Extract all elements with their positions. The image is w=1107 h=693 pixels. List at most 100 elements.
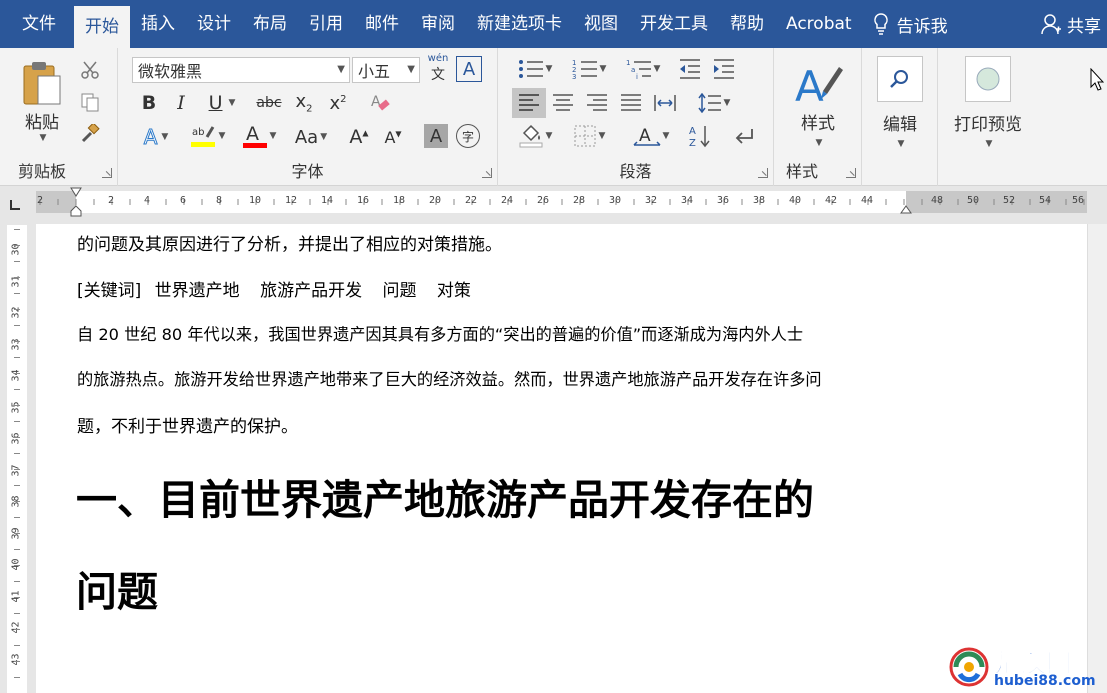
ruler-tick [14, 565, 20, 566]
char-border-icon: A [462, 58, 476, 80]
cut-button[interactable] [78, 58, 102, 82]
first-line-indent-marker[interactable] [70, 187, 82, 197]
italic-button[interactable]: I [168, 90, 194, 116]
highlight-color-button[interactable]: ab ▼ [182, 122, 232, 150]
ruler-number: 22 [465, 195, 478, 206]
tab-insert[interactable]: 插入 [130, 0, 186, 48]
print-preview-button[interactable]: 打印预览 ▼ [944, 52, 1032, 152]
align-left-button[interactable] [512, 88, 546, 118]
character-spacing-button[interactable]: A ▼ [628, 122, 674, 150]
bold-button[interactable]: B [136, 90, 162, 116]
ruler-tick [14, 245, 20, 246]
font-color-button[interactable]: A ▼ [236, 122, 282, 150]
left-tab-icon [10, 200, 20, 210]
enclose-characters-button[interactable]: 字 [456, 124, 480, 148]
tab-file[interactable]: 文件 [0, 0, 74, 48]
tab-new-tab[interactable]: 新建选项卡 [466, 0, 573, 48]
ruler-number: 28 [573, 195, 586, 206]
horizontal-ruler[interactable]: 2 2 4 6 8 10 12 14 16 18 20 22 24 26 28 … [36, 187, 1087, 217]
decrease-indent-button[interactable] [676, 56, 704, 82]
share-button[interactable]: 共享 [1027, 0, 1107, 48]
change-case-icon: Aa [294, 126, 319, 148]
tab-help[interactable]: 帮助 [719, 0, 775, 48]
align-center-icon [553, 94, 573, 111]
show-marks-button[interactable] [730, 122, 758, 150]
ruler-number: 56 [1072, 195, 1085, 206]
vertical-ruler[interactable]: 30 31 32 33 34 35 36 37 38 39 40 41 42 4… [7, 225, 27, 693]
clipboard-group-label: 剪贴板 [18, 162, 67, 181]
increase-indent-button[interactable] [710, 56, 738, 82]
align-right-button[interactable] [582, 90, 612, 116]
ruler-tab-selector[interactable] [0, 187, 30, 224]
ribbon-tab-bar: 文件 开始 插入 设计 布局 引用 邮件 审阅 新建选项卡 视图 开发工具 帮助… [0, 0, 1107, 48]
tab-home[interactable]: 开始 [74, 6, 130, 48]
clipboard-launcher-icon[interactable] [102, 168, 112, 178]
strikethrough-button[interactable]: abc [254, 90, 284, 116]
editing-button[interactable]: 编辑 ▼ [872, 52, 928, 152]
distributed-button[interactable] [650, 90, 680, 116]
change-case-button[interactable]: Aa ▼ [288, 124, 334, 150]
superscript-button[interactable]: x2 [324, 90, 352, 116]
chevron-down-icon: ▼ [337, 64, 345, 75]
ruler-number: 43 [10, 653, 22, 666]
align-center-button[interactable] [548, 90, 578, 116]
sort-button[interactable]: A Z [686, 122, 714, 150]
tab-references[interactable]: 引用 [298, 0, 354, 48]
grow-font-button[interactable]: A▲ [346, 124, 372, 150]
paste-button[interactable]: 粘贴 ▼ [12, 54, 72, 148]
right-indent-marker[interactable] [900, 205, 912, 215]
body-text-line: 的旅游热点。旅游开发给世界遗产地带来了巨大的经济效益。然而，世界遗产地旅游产品开… [77, 370, 822, 389]
eraser-icon: A [371, 94, 390, 111]
watermark-logo: 楚汉网 hubei88.com [946, 640, 1106, 692]
font-size-select[interactable]: 小五 ▼ [352, 57, 420, 83]
tab-design[interactable]: 设计 [186, 0, 242, 48]
character-border-button[interactable]: A [456, 56, 482, 82]
clipboard-group: 粘贴 ▼ 剪贴板 [0, 48, 118, 186]
ruler-tick [14, 357, 20, 358]
shrink-font-button[interactable]: A▼ [380, 124, 406, 150]
ruler-number: 8 [216, 195, 223, 206]
format-painter-button[interactable] [78, 122, 102, 146]
font-name-select[interactable]: 微软雅黑 ▼ [132, 57, 350, 83]
copy-button[interactable] [78, 90, 102, 114]
multilevel-list-button[interactable]: 1ai ▼ [620, 56, 666, 82]
clear-formatting-button[interactable]: A [366, 90, 394, 116]
styles-launcher-icon[interactable] [846, 168, 856, 178]
document-page[interactable]: 的问题及其原因进行了分析，并提出了相应的对策措施。 [关键词] 世界遗产地 旅游… [36, 224, 1087, 693]
underline-button[interactable]: U ▼ [202, 90, 242, 116]
body-text-line: 自 20 世纪 80 年代以来，我国世界遗产因其具有多方面的“突出的普遍的价值”… [77, 325, 804, 344]
borders-button[interactable]: ▼ [566, 122, 612, 150]
body-text-line: 的问题及其原因进行了分析，并提出了相应的对策措施。 [77, 235, 502, 255]
tab-review[interactable]: 审阅 [410, 0, 466, 48]
line-spacing-button[interactable]: ▼ [692, 90, 736, 116]
keyword: 对策 [436, 281, 471, 301]
text-effects-button[interactable]: A ▼ [136, 124, 176, 150]
vertical-scrollbar[interactable] [1087, 224, 1107, 693]
paragraph-launcher-icon[interactable] [758, 168, 768, 178]
bullets-button[interactable]: ▼ [512, 56, 558, 82]
tab-acrobat[interactable]: Acrobat [775, 0, 863, 48]
print-preview-group: 打印预览 ▼ [938, 48, 1038, 186]
tell-me-box[interactable]: 告诉我 [863, 0, 958, 48]
chevron-down-icon: ▼ [599, 64, 607, 74]
find-icon-box [877, 55, 923, 102]
font-launcher-icon[interactable] [482, 168, 492, 178]
subscript-icon: x2 [295, 91, 313, 115]
tab-developer[interactable]: 开发工具 [629, 0, 719, 48]
tab-layout[interactable]: 布局 [242, 0, 298, 48]
character-shading-button[interactable]: A [424, 124, 448, 148]
phonetic-guide-button[interactable]: wén 文 [424, 54, 452, 84]
hanging-indent-marker[interactable] [70, 205, 82, 217]
svg-text:Z: Z [689, 138, 696, 148]
justify-button[interactable] [616, 90, 646, 116]
shading-button[interactable]: ▼ [512, 122, 558, 150]
subscript-button[interactable]: x2 [290, 90, 318, 116]
ruler-number: 12 [285, 195, 298, 206]
sort-icon: A Z [689, 126, 710, 148]
tab-view[interactable]: 视图 [573, 0, 629, 48]
increase-indent-icon [714, 59, 734, 79]
tab-mailings[interactable]: 邮件 [354, 0, 410, 48]
ruler-number: 4 [144, 195, 151, 206]
styles-button[interactable]: A 样式 ▼ [784, 54, 852, 154]
numbering-button[interactable]: 123 ▼ [566, 56, 612, 82]
